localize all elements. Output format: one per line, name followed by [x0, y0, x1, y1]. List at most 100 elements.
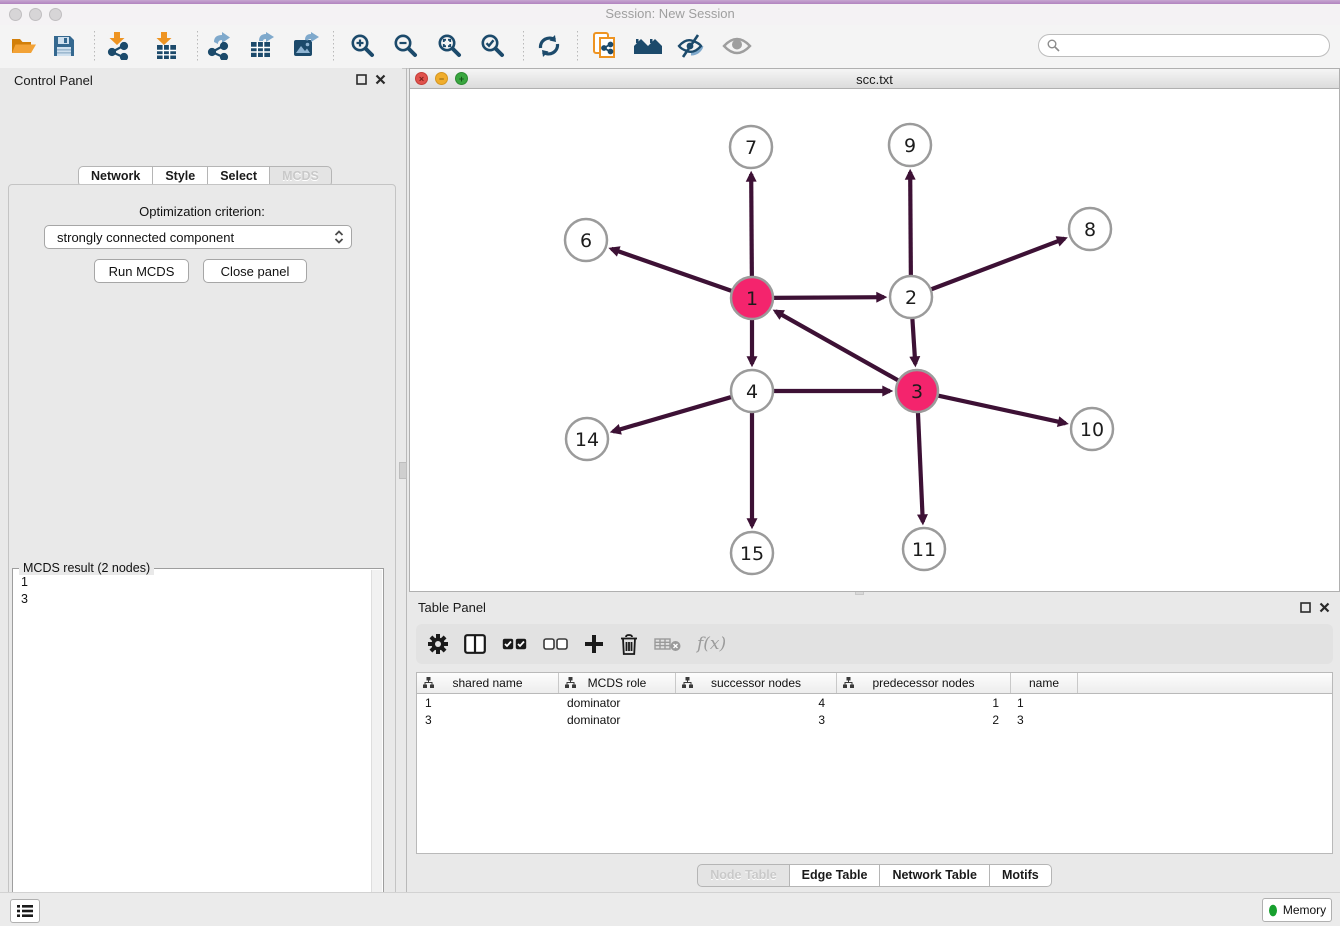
delete-table-icon[interactable]	[654, 636, 681, 652]
graph-node-9[interactable]: 9	[889, 124, 931, 166]
column-header-predecessor-nodes[interactable]: predecessor nodes	[837, 673, 1011, 693]
svg-text:2: 2	[905, 287, 917, 309]
hierarchy-icon	[682, 677, 693, 688]
vertical-splitter-handle[interactable]	[399, 462, 407, 479]
graph-node-10[interactable]: 10	[1071, 408, 1113, 450]
zoom-out-icon[interactable]	[389, 29, 423, 63]
export-table-icon[interactable]	[245, 29, 279, 63]
tab-node-table[interactable]: Node Table	[697, 864, 789, 887]
graph-edge-3-1[interactable]	[776, 311, 901, 381]
create-column-icon[interactable]	[584, 634, 604, 654]
table-tabs: Node Table Edge Table Network Table Moti…	[409, 864, 1340, 887]
control-panel: Control Panel Network Style Select MCDS …	[0, 68, 402, 892]
table-toolbar: f(x)	[416, 624, 1333, 664]
cell-mcds-role: dominator	[559, 696, 676, 710]
import-table-icon[interactable]	[149, 29, 183, 63]
optimization-criterion-label: Optimization criterion:	[8, 204, 396, 219]
birds-eye-view-icon[interactable]	[720, 29, 754, 63]
graph-node-1[interactable]: 1	[731, 277, 773, 319]
memory-label: Memory	[1283, 903, 1326, 917]
criterion-select[interactable]: strongly connected component	[44, 225, 352, 249]
gear-icon[interactable]	[428, 634, 448, 654]
toolbar-separator	[94, 31, 95, 61]
hierarchy-icon	[423, 677, 434, 688]
graph-node-3[interactable]: 3	[896, 370, 938, 412]
column-header-name[interactable]: name	[1011, 673, 1078, 693]
graph-edge-3-11[interactable]	[918, 410, 923, 522]
result-line: 1	[21, 574, 373, 591]
search-input[interactable]	[1064, 38, 1329, 54]
main-toolbar	[0, 25, 1340, 69]
delete-column-icon[interactable]	[620, 634, 638, 655]
control-panel-window-controls	[356, 74, 386, 85]
graph-node-11[interactable]: 11	[903, 528, 945, 570]
graph-edge-1-2[interactable]	[771, 297, 884, 298]
network-file-manager-icon[interactable]	[588, 29, 622, 63]
cell-mcds-role: dominator	[559, 713, 676, 727]
cell-shared-name: 1	[417, 696, 559, 710]
table-row[interactable]: 3 dominator 3 2 3	[417, 711, 1332, 728]
float-panel-icon[interactable]	[356, 74, 367, 85]
float-panel-icon[interactable]	[1300, 602, 1311, 613]
table-panel: Table Panel f(x) shared name	[409, 596, 1340, 892]
graph-node-7[interactable]: 7	[730, 126, 772, 168]
application-window: Session: New Session	[0, 0, 1340, 926]
zoom-fit-icon[interactable]	[433, 29, 467, 63]
hide-graphics-details-icon[interactable]	[674, 29, 708, 63]
toolbar-separator	[523, 31, 524, 61]
home-icon[interactable]	[631, 29, 665, 63]
memory-button[interactable]: Memory	[1262, 898, 1332, 922]
graph-node-8[interactable]: 8	[1069, 208, 1111, 250]
table-row[interactable]: 1 dominator 4 1 1	[417, 694, 1332, 711]
graph-edge-2-3[interactable]	[912, 316, 915, 364]
mcds-result-text[interactable]: 1 3	[13, 574, 373, 608]
tab-motifs[interactable]: Motifs	[989, 864, 1052, 887]
run-mcds-button[interactable]: Run MCDS	[94, 259, 189, 283]
graph-edge-2-9[interactable]	[910, 172, 911, 278]
column-header-mcds-role[interactable]: MCDS role	[559, 673, 676, 693]
tab-network-table[interactable]: Network Table	[879, 864, 990, 887]
save-session-icon[interactable]	[47, 29, 81, 63]
vertical-splitter[interactable]	[406, 68, 407, 892]
import-network-icon[interactable]	[102, 29, 136, 63]
window-title: Session: New Session	[0, 6, 1340, 21]
svg-text:4: 4	[746, 381, 758, 403]
graph-edge-2-8[interactable]	[929, 239, 1065, 291]
open-file-icon[interactable]	[7, 29, 41, 63]
tab-edge-table[interactable]: Edge Table	[789, 864, 881, 887]
close-panel-icon[interactable]	[375, 74, 386, 85]
network-canvas[interactable]: 7 9 6 8 1 2 4 3 14 10 15 11	[410, 89, 1339, 591]
task-history-button[interactable]	[10, 899, 40, 923]
cell-predecessor-nodes: 1	[837, 696, 1011, 710]
close-panel-icon[interactable]	[1319, 602, 1330, 613]
graph-node-14[interactable]: 14	[566, 418, 608, 460]
cell-shared-name: 3	[417, 713, 559, 727]
column-header-successor-nodes[interactable]: successor nodes	[676, 673, 837, 693]
zoom-selected-icon[interactable]	[476, 29, 510, 63]
refresh-icon[interactable]	[532, 29, 566, 63]
graph-edge-1-6[interactable]	[611, 249, 734, 292]
column-label: predecessor nodes	[872, 676, 974, 690]
result-scrollbar[interactable]	[371, 570, 382, 926]
deselect-all-checkboxes-icon[interactable]	[543, 638, 568, 650]
function-builder-icon[interactable]: f(x)	[697, 634, 726, 654]
select-all-checkboxes-icon[interactable]	[502, 638, 527, 650]
search-field[interactable]	[1038, 34, 1330, 57]
graph-node-15[interactable]: 15	[731, 532, 773, 574]
node-table: shared name MCDS role successor nodes pr…	[416, 672, 1333, 854]
graph-node-6[interactable]: 6	[565, 219, 607, 261]
close-panel-button[interactable]: Close panel	[203, 259, 307, 283]
graph-edge-1-7[interactable]	[751, 174, 752, 279]
graph-node-2[interactable]: 2	[890, 276, 932, 318]
cell-predecessor-nodes: 2	[837, 713, 1011, 727]
graph-edge-3-10[interactable]	[936, 395, 1066, 423]
show-columns-icon[interactable]	[464, 634, 486, 654]
zoom-in-icon[interactable]	[346, 29, 380, 63]
hierarchy-icon	[565, 677, 576, 688]
export-image-icon[interactable]	[289, 29, 323, 63]
search-icon	[1047, 39, 1060, 52]
graph-node-4[interactable]: 4	[731, 370, 773, 412]
graph-edge-4-14[interactable]	[613, 396, 734, 431]
column-header-shared-name[interactable]: shared name	[417, 673, 559, 693]
export-network-icon[interactable]	[202, 29, 236, 63]
